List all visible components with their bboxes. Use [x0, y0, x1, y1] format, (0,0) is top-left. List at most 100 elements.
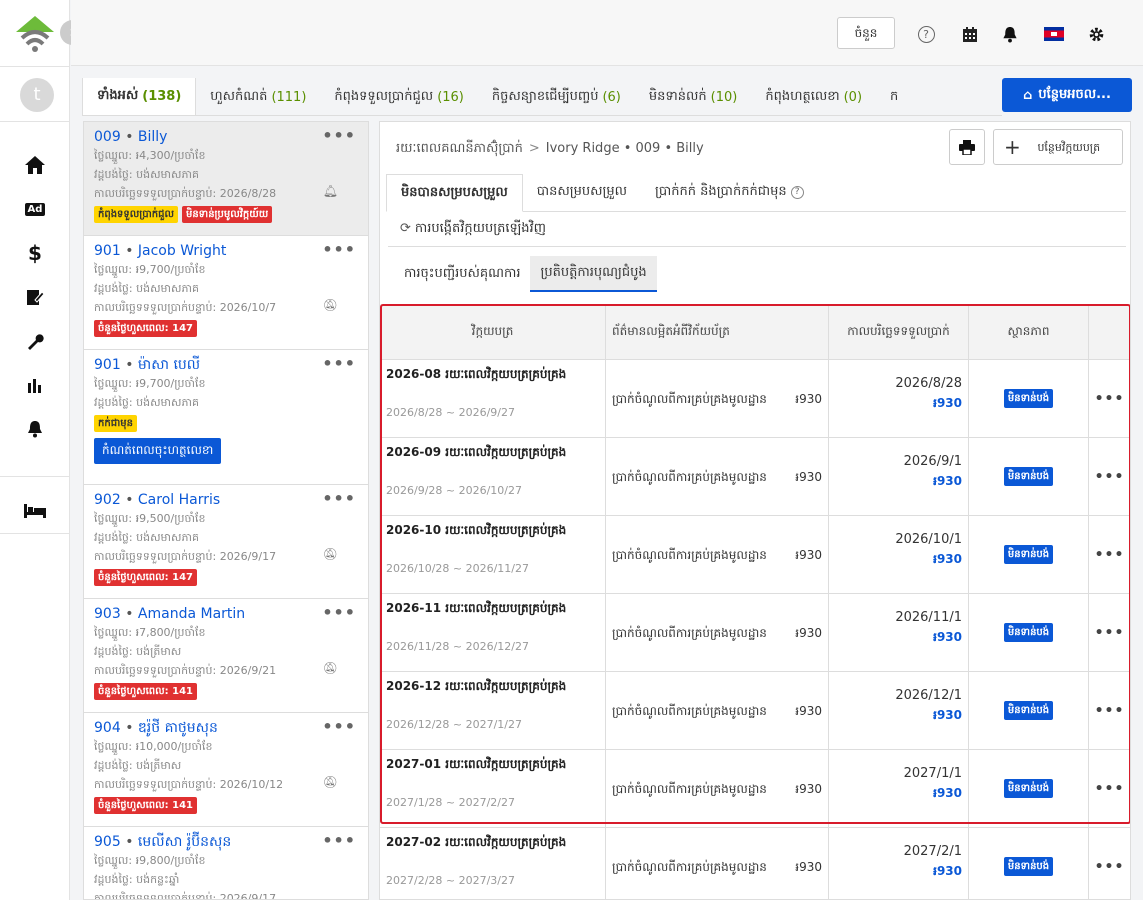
more-options-icon[interactable]: ••• [1089, 516, 1130, 593]
more-options-icon[interactable]: ••• [322, 489, 356, 508]
home-icon[interactable] [22, 152, 48, 178]
bell-icon[interactable] [999, 24, 1021, 44]
invoice-type-tabs: ការចុះបញ្ជីរបស់គុណការ ប្រតិបត្តិការបុណ្យ… [394, 256, 657, 292]
bell-off-icon[interactable]: 🔕︎ [323, 298, 338, 312]
column-header-details: ព័ត៌មានលម្អិតអំពីវិក័យប័ត្រ [606, 304, 829, 359]
detail-panel: រយៈពេលគណនីភាស៊ុំប្រាក់ > Ivory Ridge • 009… [379, 121, 1131, 900]
more-options-icon[interactable]: ••• [1089, 438, 1130, 515]
help-icon[interactable]: ? [915, 24, 937, 44]
count-button[interactable]: ចំនួន [837, 17, 895, 49]
logo-icon[interactable] [14, 14, 56, 54]
status-badge: កំពុងទទួលប្រាក់ជួល [94, 206, 178, 223]
more-options-icon[interactable]: ••• [322, 717, 356, 736]
home-icon: ⌂ [1023, 87, 1033, 103]
tab-deposits[interactable]: ប្រាក់កក់ និងប្រាក់កក់ជាមុន? [641, 174, 818, 211]
tab-business-records[interactable]: ការចុះបញ្ជីរបស់គុណការ [394, 256, 530, 292]
status-badge: មិនទាន់បង់ [1003, 857, 1054, 876]
table-row[interactable]: 2026-12 រយៈពេលវិក្កយបត្រគ្រប់គ្រង 2026/12… [380, 672, 1130, 750]
calendar-icon[interactable] [959, 24, 981, 44]
status-badge: មិនទាន់បង់ [1003, 779, 1054, 798]
status-badge: ចំនួនថ្ងៃហួសពេល: 141 [94, 683, 198, 700]
help-icon[interactable]: ? [790, 186, 804, 199]
tab-reconciled[interactable]: បានសម្របសម្រួល [523, 174, 641, 211]
breadcrumb-current: Ivory Ridge • 009 • Billy [545, 141, 704, 156]
bell-off-icon[interactable]: 🔕︎ [323, 775, 338, 789]
tab-overdue[interactable]: ហួសកំណត់ (111) [196, 79, 320, 115]
breadcrumb-root[interactable]: រយៈពេលគណនីភាស៊ុំប្រាក់ [396, 141, 523, 156]
bell-icon[interactable] [22, 416, 48, 442]
tab-transactions[interactable]: ប្រតិបត្តិការបុណ្យជំបូង [530, 256, 657, 292]
list-item[interactable]: 901 • Jacob Wright ••• ថ្លៃឈ្នួល: ៛9,700… [84, 236, 368, 350]
more-options-icon[interactable]: ••• [1089, 750, 1130, 827]
table-row[interactable]: 2026-11 រយៈពេលវិក្កយបត្រគ្រប់គ្រង 2026/11… [380, 594, 1130, 672]
bar-chart-icon[interactable] [22, 372, 48, 398]
status-badge: មិនទាន់ប្រមូលវិក្កយ៍យ [181, 206, 273, 223]
tab-not-rented[interactable]: មិនទាន់លក់ (10) [635, 79, 751, 115]
more-options-icon[interactable]: ••• [1089, 594, 1130, 671]
bell-icon[interactable]: 🔔︎ [323, 184, 338, 198]
tenant-list: 009 • Billy ••• ថ្លៃឈ្នួល: ៛4,300/ប្រចាំ… [83, 121, 369, 900]
list-item[interactable]: 904 • ឌរ៉ូថី គាថូមសុន ••• ថ្លៃឈ្នួល: ៛10… [84, 713, 368, 827]
table-row[interactable]: 2027-02 រយៈពេលវិក្កយបត្រគ្រប់គ្រង 2027/2/… [380, 828, 1130, 899]
add-property-button[interactable]: ⌂ បន្ថែមអចល... [1002, 78, 1132, 112]
table-row[interactable]: 2027-01 រយៈពេលវិក្កយបត្រគ្រប់គ្រង 2027/1/… [380, 750, 1130, 828]
status-badge: មិនទាន់បង់ [1003, 467, 1054, 486]
list-item[interactable]: 903 • Amanda Martin ••• ថ្លៃឈ្នួល: ៛7,80… [84, 599, 368, 713]
status-badge: ចំនួនថ្ងៃហួសពេល: 141 [94, 797, 198, 814]
status-badge: មិនទាន់បង់ [1003, 545, 1054, 564]
dollar-icon[interactable]: $ [22, 240, 48, 266]
tab-collecting[interactable]: កំពុងទទួលប្រាក់ជួល (16) [320, 79, 477, 115]
plus-icon: + [1004, 134, 1021, 159]
more-options-icon[interactable]: ••• [322, 354, 356, 373]
regenerate-invoices-button[interactable]: ⟳ ការបង្កើតវិក្កយបត្រឡើងវិញ [400, 220, 546, 239]
tab-contract-ending[interactable]: កិច្ចសន្យាខជើម្បីបញ្ចប់ (6) [478, 79, 635, 115]
more-options-icon[interactable]: ••• [1089, 672, 1130, 749]
top-bar: ចំនួន ? [71, 0, 1143, 66]
status-tabs: ទាំងអស់ (138) ហួសកំណត់ (111) កំពុងទទួលប្រា… [82, 78, 1002, 116]
column-header-due-date: កាលបរិច្ឆេទទទួលប្រាក់ [829, 304, 969, 359]
more-options-icon[interactable]: ••• [322, 126, 356, 145]
status-badge: មិនទាន់បង់ [1003, 389, 1054, 408]
table-row[interactable]: 2026-10 រយៈពេលវិក្កយបត្រគ្រប់គ្រង 2026/10… [380, 516, 1130, 594]
column-header-invoice: វិក្កយបត្រ [380, 304, 606, 359]
bed-icon[interactable] [22, 498, 48, 524]
breadcrumb: រយៈពេលគណនីភាស៊ុំប្រាក់ > Ivory Ridge • 009… [396, 141, 704, 156]
bell-off-icon[interactable]: 🔕︎ [323, 661, 338, 675]
tab-signing[interactable]: កំពុងហត្ថលេខា (0) [751, 79, 876, 115]
more-options-icon[interactable]: ••• [322, 603, 356, 622]
printer-icon [959, 139, 975, 155]
left-rail: t Ad $ [0, 0, 70, 900]
more-options-icon[interactable]: ••• [1089, 828, 1130, 899]
status-badge: មិនទាន់បង់ [1003, 701, 1054, 720]
more-options-icon[interactable]: ••• [1089, 360, 1130, 437]
more-options-icon[interactable]: ••• [322, 240, 356, 259]
invoice-subtabs: មិនបានសម្របសម្រួល បានសម្របសម្រួល ប្រាក់ក… [386, 174, 1126, 212]
list-item[interactable]: 009 • Billy ••• ថ្លៃឈ្នួល: ៛4,300/ប្រចាំ… [84, 122, 368, 236]
refresh-icon: ⟳ [400, 221, 411, 236]
tab-unreconciled[interactable]: មិនបានសម្របសម្រួល [386, 174, 523, 212]
avatar[interactable]: t [20, 78, 54, 112]
status-badge: ចំនួនថ្ងៃហួសពេល: 147 [94, 320, 198, 337]
status-badge: មិនទាន់បង់ [1003, 623, 1054, 642]
column-header-status: ស្ថានភាព [969, 304, 1089, 359]
table-row[interactable]: 2026-08 រយៈពេលវិក្កយបត្រគ្រប់គ្រង 2026/8/… [380, 360, 1130, 438]
more-options-icon[interactable]: ••• [322, 831, 356, 850]
list-item[interactable]: 902 • Carol Harris ••• ថ្លៃឈ្នួល: ៛9,500… [84, 485, 368, 599]
status-badge: កក់ជាមុន [94, 415, 137, 432]
edit-document-icon[interactable] [22, 284, 48, 310]
ad-icon[interactable]: Ad [22, 196, 48, 222]
tab-more[interactable]: ក [876, 79, 912, 115]
invoice-table: វិក្កយបត្រ ព័ត៌មានលម្អិតអំពីវិក័យប័ត្រ ក… [380, 304, 1130, 899]
list-item[interactable]: 901 • ម៉ាសា បេលី ••• ថ្លៃឈ្នួល: ៛9,700/ប… [84, 350, 368, 485]
print-button[interactable] [949, 129, 985, 165]
gear-icon[interactable] [1085, 24, 1107, 44]
list-item[interactable]: 905 • មេលីសា រ៉ូប៊ីនសុន ••• ថ្លៃឈ្នួល: ៛… [84, 827, 368, 899]
khmer-flag-icon[interactable] [1043, 24, 1065, 44]
schedule-signing-button[interactable]: កំណត់ពេលចុះហត្ថលេខា [94, 438, 222, 464]
wrench-icon[interactable] [22, 328, 48, 354]
bell-off-icon[interactable]: 🔕︎ [323, 547, 338, 561]
add-invoice-button[interactable]: + បន្ថែមវិក្កយបត្រ [993, 129, 1123, 165]
status-badge: ចំនួនថ្ងៃហួសពេល: 147 [94, 569, 198, 586]
tab-all[interactable]: ទាំងអស់ (138) [82, 78, 197, 115]
table-row[interactable]: 2026-09 រយៈពេលវិក្កយបត្រគ្រប់គ្រង 2026/9/… [380, 438, 1130, 516]
